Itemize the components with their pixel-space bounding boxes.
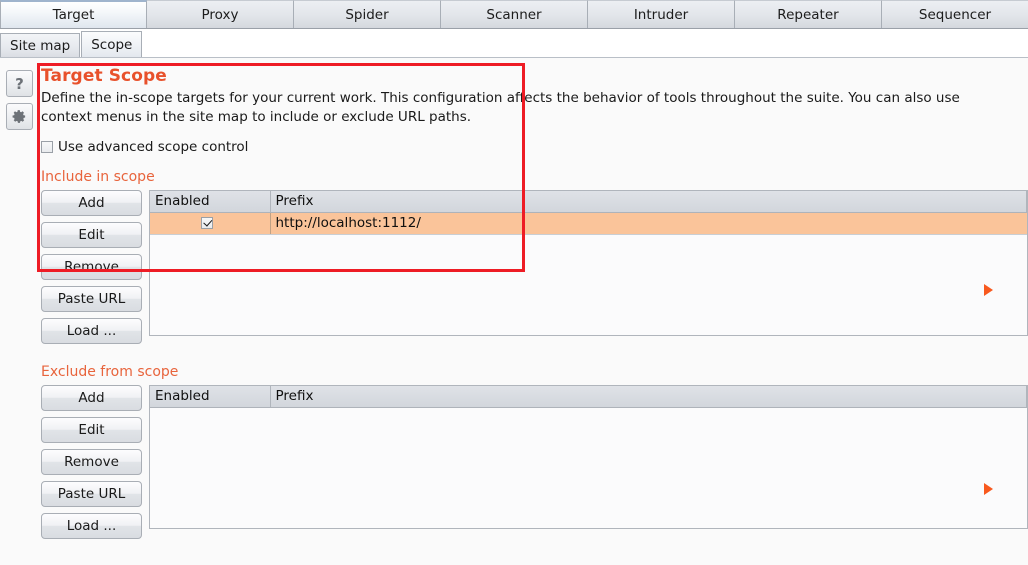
tab-intruder-label: Intruder: [633, 6, 689, 23]
tab-proxy-label: Proxy: [201, 6, 239, 23]
exclude-load-button[interactable]: Load ...: [41, 513, 142, 539]
subtab-site-map-label: Site map: [10, 37, 71, 54]
tab-target[interactable]: Target: [0, 0, 147, 28]
tab-repeater-label: Repeater: [777, 6, 839, 23]
advanced-scope-control-checkbox[interactable]: [41, 141, 53, 153]
exclude-table-header-row: Enabled Prefix: [150, 386, 1027, 408]
include-load-button[interactable]: Load ...: [41, 318, 142, 344]
include-row-enabled-cell[interactable]: [150, 212, 271, 235]
exclude-from-scope-heading: Exclude from scope: [41, 364, 179, 380]
include-add-button[interactable]: Add: [41, 190, 142, 216]
question-mark-icon: ?: [15, 74, 24, 93]
include-in-scope-heading: Include in scope: [41, 169, 155, 185]
include-table-empty-area: [150, 235, 1027, 335]
tab-sequencer-label: Sequencer: [918, 6, 992, 23]
include-button-column: Add Edit Remove Paste URL Load ...: [41, 190, 142, 350]
include-paste-url-button[interactable]: Paste URL: [41, 286, 142, 312]
exclude-paste-url-button[interactable]: Paste URL: [41, 481, 142, 507]
exclude-table-empty-area: [150, 408, 1027, 528]
tab-target-label: Target: [52, 7, 95, 23]
tab-spider[interactable]: Spider: [294, 0, 441, 28]
tab-scanner[interactable]: Scanner: [441, 0, 588, 28]
scope-panel: ? Target Scope Define the in-scope targe…: [0, 58, 1028, 565]
exclude-edit-button[interactable]: Edit: [41, 417, 142, 443]
tab-intruder[interactable]: Intruder: [588, 0, 735, 28]
include-col-prefix[interactable]: Prefix: [270, 191, 1027, 213]
exclude-table-marker-icon: [984, 483, 993, 495]
tab-spider-label: Spider: [345, 6, 389, 23]
gear-icon: [12, 109, 27, 124]
exclude-button-column: Add Edit Remove Paste URL Load ...: [41, 385, 142, 545]
include-scope-table-wrap: Enabled Prefix http://localhost:1112/: [149, 190, 1028, 336]
include-edit-button[interactable]: Edit: [41, 222, 142, 248]
tab-proxy[interactable]: Proxy: [147, 0, 294, 28]
include-table-header-row: Enabled Prefix: [150, 191, 1027, 213]
exclude-from-scope-panel: Add Edit Remove Paste URL Load ... Enabl…: [41, 385, 1028, 545]
subtab-site-map[interactable]: Site map: [0, 33, 81, 57]
help-button[interactable]: ?: [6, 70, 33, 97]
main-tab-bar: Target Proxy Spider Scanner Intruder Rep…: [0, 0, 1028, 29]
exclude-col-enabled[interactable]: Enabled: [150, 386, 271, 408]
include-in-scope-panel: Add Edit Remove Paste URL Load ... Enabl…: [41, 190, 1028, 350]
exclude-remove-button[interactable]: Remove: [41, 449, 142, 475]
include-row-prefix-cell[interactable]: http://localhost:1112/: [270, 212, 1027, 235]
subtab-scope-label: Scope: [91, 36, 133, 53]
subtab-scope[interactable]: Scope: [81, 31, 143, 57]
sub-tab-bar: Site map Scope: [0, 29, 1028, 58]
include-col-enabled[interactable]: Enabled: [150, 191, 271, 213]
tab-repeater[interactable]: Repeater: [735, 0, 882, 28]
include-scope-table: Enabled Prefix http://localhost:1112/: [150, 191, 1027, 235]
page-description-line-1: Define the in-scope targets for your cur…: [41, 90, 960, 106]
tab-sequencer[interactable]: Sequencer: [882, 0, 1028, 28]
advanced-scope-control-row[interactable]: Use advanced scope control: [41, 139, 1028, 155]
subtab-filler: [143, 56, 1028, 57]
include-remove-button[interactable]: Remove: [41, 254, 142, 280]
include-row-enabled-checkbox[interactable]: [201, 217, 214, 229]
exclude-scope-table: Enabled Prefix: [150, 386, 1027, 408]
scope-content: Target Scope Define the in-scope targets…: [41, 58, 1028, 545]
page-title: Target Scope: [41, 66, 167, 86]
exclude-col-prefix[interactable]: Prefix: [270, 386, 1027, 408]
exclude-scope-table-wrap: Enabled Prefix: [149, 385, 1028, 529]
settings-button[interactable]: [6, 103, 33, 130]
page-description-line-2: context menus in the site map to include…: [41, 109, 472, 125]
advanced-scope-control-label: Use advanced scope control: [58, 139, 249, 155]
include-table-marker-icon: [984, 284, 993, 296]
table-row[interactable]: http://localhost:1112/: [150, 212, 1027, 235]
side-button-strip: ?: [6, 70, 34, 136]
tab-scanner-label: Scanner: [486, 6, 542, 23]
exclude-add-button[interactable]: Add: [41, 385, 142, 411]
